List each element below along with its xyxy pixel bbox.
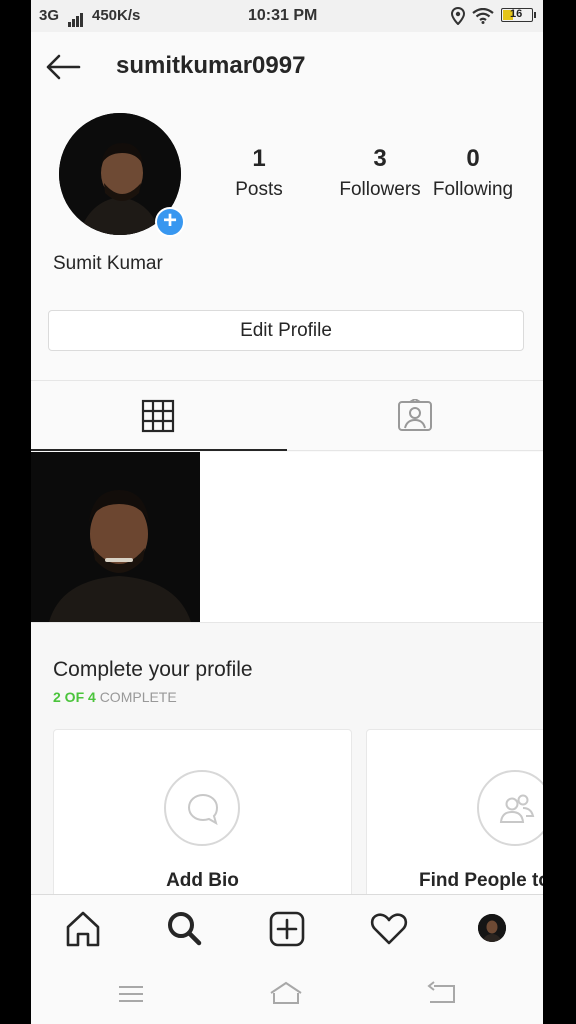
post-photo-icon (31, 452, 200, 622)
network-speed: 450K/s (92, 7, 141, 24)
complete-profile-section: Complete your profile 2 OF 4 COMPLETE Ad… (31, 622, 543, 911)
stat-following[interactable]: 0 Following (423, 145, 523, 201)
tab-tagged[interactable] (287, 381, 543, 451)
posts-count: 1 (252, 145, 266, 172)
clock: 10:31 PM (248, 7, 318, 24)
progress-count: 2 OF 4 (53, 689, 96, 705)
profile-avatar[interactable]: + (59, 113, 185, 237)
location-icon (451, 7, 465, 25)
battery-icon: 16 (501, 8, 536, 22)
add-bio-circle (164, 770, 240, 846)
add-post-icon[interactable] (267, 909, 307, 949)
heart-icon[interactable] (369, 909, 409, 949)
grid-icon (141, 399, 175, 433)
edit-profile-button[interactable]: Edit Profile (48, 310, 524, 351)
add-bio-card[interactable]: Add Bio (53, 729, 352, 911)
stat-posts[interactable]: 1 Posts (216, 145, 302, 201)
back-arrow-icon[interactable] (45, 52, 81, 82)
battery-level: 16 (510, 8, 523, 20)
full-name: Sumit Kumar (53, 253, 163, 274)
posts-grid (31, 452, 543, 622)
find-people-card[interactable]: Find People to (366, 729, 543, 911)
find-people-circle (477, 770, 543, 846)
system-home-icon[interactable] (269, 980, 303, 1008)
chat-bubble-icon (187, 793, 219, 826)
complete-progress: 2 OF 4 COMPLETE (53, 689, 177, 705)
posts-label: Posts (235, 179, 283, 200)
complete-profile-title: Complete your profile (53, 658, 253, 681)
wifi-icon (472, 8, 494, 24)
tagged-person-icon (398, 399, 432, 431)
bottom-nav (31, 894, 543, 965)
home-icon[interactable] (63, 909, 103, 949)
status-bar: 3G 450K/s 10:31 PM 16 (31, 0, 543, 32)
add-story-button[interactable]: + (155, 207, 185, 237)
post-thumbnail[interactable] (31, 452, 200, 622)
signal-icon (68, 9, 84, 27)
search-icon[interactable] (164, 909, 204, 949)
profile-tabs (31, 380, 543, 451)
profile-header: sumitkumar0997 (31, 32, 543, 102)
tab-grid[interactable] (31, 381, 287, 451)
menu-icon[interactable] (115, 980, 149, 1008)
progress-word: COMPLETE (99, 689, 177, 705)
app-screen: 3G 450K/s 10:31 PM 16 sumitkumar0997 + 1… (31, 0, 543, 1024)
nav-profile[interactable] (473, 909, 513, 949)
system-back-icon[interactable] (424, 980, 458, 1008)
following-label: Following (432, 179, 514, 200)
username-title: sumitkumar0997 (116, 52, 306, 79)
people-icon (499, 794, 535, 823)
find-people-title: Find People to (419, 870, 543, 891)
add-bio-title: Add Bio (166, 870, 239, 891)
system-nav-bar (31, 964, 543, 1024)
avatar-photo-icon (478, 914, 506, 942)
network-type: 3G (39, 7, 60, 24)
profile-avatar (478, 914, 506, 942)
following-count: 0 (466, 145, 480, 172)
